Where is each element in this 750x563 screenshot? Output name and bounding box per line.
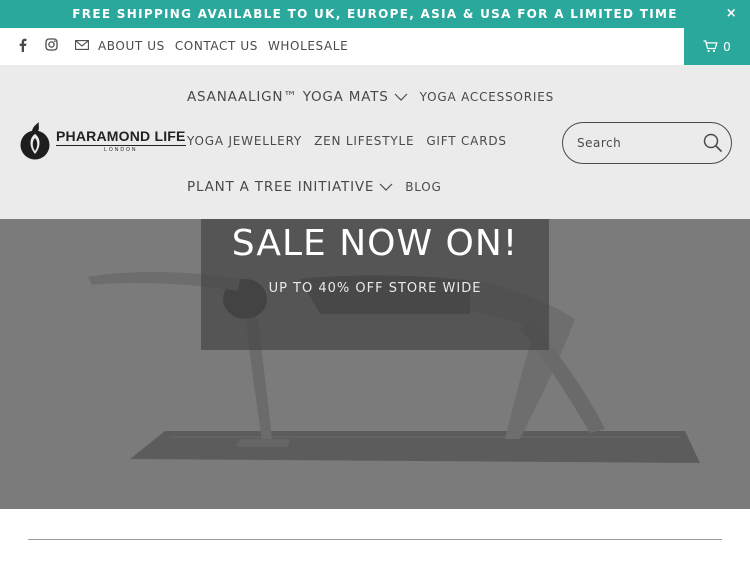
top-links: ABOUT US CONTACT US WHOLESALE xyxy=(98,39,348,53)
site-header: PHARAMOND LIFE LONDON ASANAALIGN™ YOGA M… xyxy=(0,65,750,219)
cart-button[interactable]: 0 xyxy=(684,28,750,65)
nav-yoga-accessories[interactable]: YOGA ACCESSORIES xyxy=(420,90,554,104)
section-divider xyxy=(28,539,722,540)
nav-row: YOGA JEWELLERY ZEN LIFESTYLE GIFT CARDS xyxy=(187,134,507,148)
nav-gift-cards[interactable]: GIFT CARDS xyxy=(426,134,506,148)
cart-count: 0 xyxy=(723,39,731,54)
instagram-icon[interactable] xyxy=(45,38,58,51)
mail-icon[interactable] xyxy=(75,40,89,50)
hero-title: SALE NOW ON! xyxy=(231,223,519,264)
hero-banner[interactable]: SALE NOW ON! UP TO 40% OFF STORE WIDE xyxy=(0,219,750,509)
nav-row: ASANAALIGN™ YOGA MATS YOGA ACCESSORIES xyxy=(187,89,554,105)
facebook-icon[interactable] xyxy=(18,38,27,52)
nav-yoga-mats-label: ASANAALIGN™ YOGA MATS xyxy=(187,89,389,105)
search-icon[interactable] xyxy=(703,133,723,153)
wholesale-link[interactable]: WHOLESALE xyxy=(268,39,348,53)
cart-icon xyxy=(703,40,718,53)
hero-subtitle: UP TO 40% OFF STORE WIDE xyxy=(268,281,482,296)
nav-blog[interactable]: BLOG xyxy=(405,180,441,194)
logo-text: PHARAMOND LIFE xyxy=(56,128,186,144)
close-icon[interactable]: × xyxy=(726,6,738,21)
chevron-down-icon xyxy=(394,93,408,101)
nav-zen-lifestyle[interactable]: ZEN LIFESTYLE xyxy=(314,134,414,148)
nav-yoga-mats[interactable]: ASANAALIGN™ YOGA MATS xyxy=(187,89,408,105)
chevron-down-icon xyxy=(379,183,393,191)
search-box xyxy=(562,122,732,164)
logo-subtext: LONDON xyxy=(56,145,186,153)
contact-us-link[interactable]: CONTACT US xyxy=(175,39,258,53)
search-input[interactable] xyxy=(577,136,703,150)
nav-yoga-jewellery[interactable]: YOGA JEWELLERY xyxy=(187,134,302,148)
nav-plant-a-tree[interactable]: PLANT A TREE INITIATIVE xyxy=(187,179,393,195)
hero-overlay: SALE NOW ON! UP TO 40% OFF STORE WIDE xyxy=(201,219,549,350)
logo[interactable]: PHARAMOND LIFE LONDON xyxy=(18,121,186,161)
announcement-bar: FREE SHIPPING AVAILABLE TO UK, EUROPE, A… xyxy=(0,0,750,28)
nav-row: PLANT A TREE INITIATIVE BLOG xyxy=(187,179,442,195)
nav-plant-a-tree-label: PLANT A TREE INITIATIVE xyxy=(187,179,375,195)
logo-mark-icon xyxy=(20,122,50,160)
top-bar: ABOUT US CONTACT US WHOLESALE 0 xyxy=(0,28,750,65)
about-us-link[interactable]: ABOUT US xyxy=(98,39,165,53)
announcement-text: FREE SHIPPING AVAILABLE TO UK, EUROPE, A… xyxy=(72,7,678,21)
